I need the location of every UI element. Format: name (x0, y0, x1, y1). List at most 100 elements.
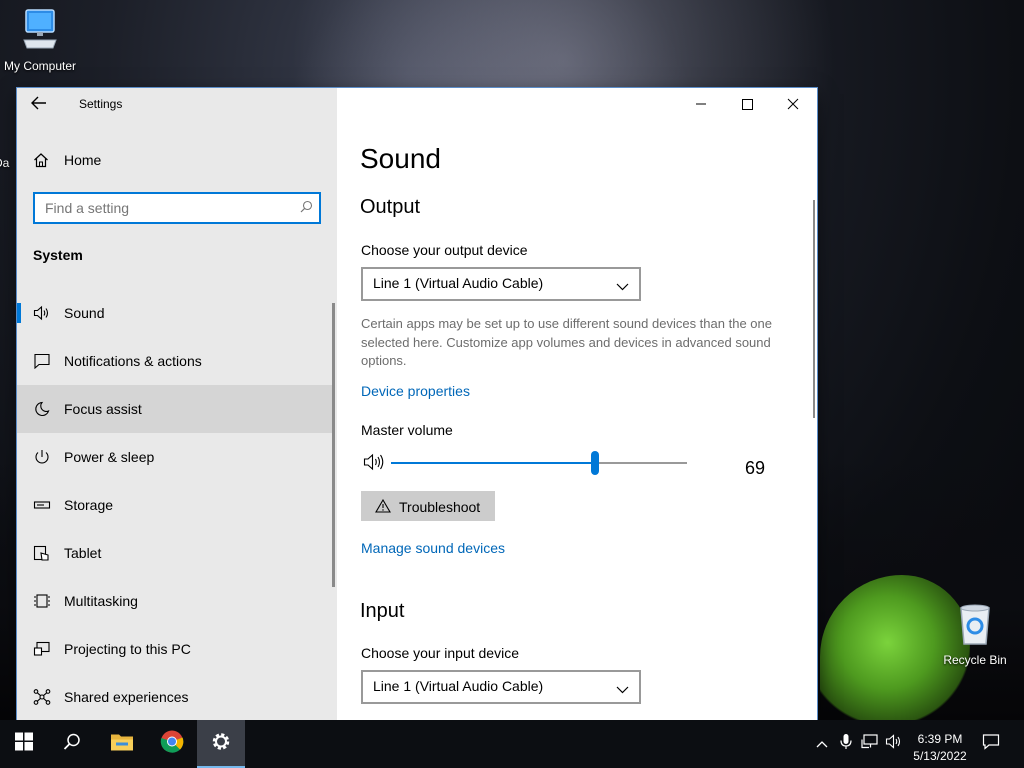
output-device-label: Choose your output device (361, 242, 528, 258)
home-label: Home (64, 152, 102, 168)
search-input[interactable] (43, 197, 287, 219)
start-button[interactable] (0, 720, 48, 768)
troubleshoot-label: Troubleshoot (399, 499, 481, 515)
manage-sound-devices-link[interactable]: Manage sound devices (361, 540, 505, 556)
taskbar-settings[interactable] (197, 720, 245, 768)
content-scrollbar[interactable] (813, 200, 815, 418)
projecting-icon (33, 641, 51, 657)
output-heading: Output (360, 196, 421, 218)
title-bar-left: Settings (17, 88, 337, 120)
chevron-down-icon (616, 278, 629, 296)
selection-indicator (17, 303, 21, 323)
desktop-icon-label: My Computer (3, 59, 77, 73)
nav-item-storage[interactable]: Storage (17, 481, 335, 529)
nav-item-notifications[interactable]: Notifications & actions (17, 337, 335, 385)
slider-thumb[interactable] (591, 451, 600, 475)
device-properties-link[interactable]: Device properties (361, 383, 470, 399)
nav-item-label: Projecting to this PC (64, 641, 191, 657)
maximize-button[interactable] (724, 88, 770, 120)
shared-icon (33, 689, 51, 705)
speaker-icon (33, 305, 51, 321)
nav-item-label: Power & sleep (64, 449, 155, 465)
section-heading: System (33, 247, 83, 263)
gear-icon (210, 731, 232, 758)
output-device-value: Line 1 (Virtual Audio Cable) (373, 275, 544, 291)
settings-nav-list: Sound Notifications & actions Focus assi… (17, 289, 337, 720)
tray-microphone[interactable] (834, 720, 858, 768)
master-volume-slider[interactable] (391, 451, 687, 475)
settings-sidebar: Settings Home System (17, 88, 337, 720)
windows-logo-icon (15, 732, 33, 756)
search-icon (63, 733, 81, 756)
chrome-icon (160, 730, 184, 759)
tray-network[interactable] (858, 720, 882, 768)
settings-window: Settings Home System (17, 88, 817, 720)
output-device-dropdown[interactable]: Line 1 (Virtual Audio Cable) (361, 267, 641, 301)
clock-time: 6:39 PM (917, 732, 963, 746)
minimize-button[interactable] (678, 88, 724, 120)
recycle-bin-icon (940, 602, 1010, 649)
nav-item-label: Multitasking (64, 593, 138, 609)
computer-icon (2, 8, 78, 55)
moon-icon (33, 401, 51, 417)
page-title: Sound (360, 143, 441, 174)
input-device-label: Choose your input device (361, 645, 519, 661)
back-arrow-icon (31, 96, 46, 110)
nav-item-tablet[interactable]: Tablet (17, 529, 335, 577)
nav-item-label: Shared experiences (64, 689, 189, 705)
desktop-icon-my-computer[interactable]: My Computer (2, 8, 78, 73)
multitasking-icon (33, 593, 51, 609)
desktop-icon-label: Da (0, 156, 10, 170)
input-device-value: Line 1 (Virtual Audio Cable) (373, 678, 544, 694)
close-button[interactable] (770, 88, 816, 120)
master-volume-label: Master volume (361, 422, 453, 438)
maximize-icon (742, 99, 753, 110)
network-icon (861, 734, 879, 755)
search-icon[interactable] (300, 200, 313, 218)
nav-item-sound[interactable]: Sound (17, 289, 335, 337)
desktop-icon-recycle-bin[interactable]: Recycle Bin (940, 602, 1010, 667)
tablet-icon (33, 545, 51, 561)
microphone-icon (840, 734, 852, 755)
slider-fill (391, 462, 596, 464)
power-icon (33, 449, 51, 465)
chevron-down-icon (616, 681, 629, 699)
input-device-dropdown[interactable]: Line 1 (Virtual Audio Cable) (361, 670, 641, 704)
sidebar-scrollbar[interactable] (332, 303, 335, 587)
nav-item-label: Sound (64, 305, 105, 321)
app-title: Settings (79, 97, 123, 111)
taskbar-chrome[interactable] (148, 720, 196, 768)
taskbar-file-explorer[interactable] (98, 720, 146, 768)
taskbar-clock[interactable]: 6:39 PM 5/13/2022 (907, 731, 973, 765)
output-description: Certain apps may be set up to use differ… (361, 316, 772, 368)
action-center-icon (982, 734, 1000, 755)
nav-item-multitasking[interactable]: Multitasking (17, 577, 335, 625)
taskbar-search-button[interactable] (48, 720, 96, 768)
minimize-icon (696, 103, 706, 105)
chevron-up-icon (816, 735, 828, 753)
clock-date: 5/13/2022 (913, 749, 967, 763)
action-center-button[interactable] (979, 720, 1003, 768)
close-icon (787, 98, 799, 110)
window-caption-buttons (677, 88, 817, 120)
tray-volume[interactable] (882, 720, 906, 768)
settings-search-box[interactable] (33, 192, 321, 224)
nav-item-power-sleep[interactable]: Power & sleep (17, 433, 335, 481)
nav-item-focus-assist[interactable]: Focus assist (17, 385, 335, 433)
input-heading: Input (360, 600, 405, 622)
nav-item-shared-experiences[interactable]: Shared experiences (17, 673, 335, 720)
nav-item-label: Tablet (64, 545, 102, 561)
folder-icon (110, 732, 134, 757)
back-button[interactable] (31, 96, 51, 112)
volume-icon[interactable] (363, 453, 385, 476)
show-hidden-icons-button[interactable] (810, 720, 834, 768)
warning-icon (375, 498, 391, 518)
nav-item-projecting[interactable]: Projecting to this PC (17, 625, 335, 673)
desktop-icon-label: Recycle Bin (943, 653, 1007, 667)
home-icon (33, 152, 49, 173)
nav-item-label: Focus assist (64, 401, 142, 417)
troubleshoot-button[interactable]: Troubleshoot (361, 491, 495, 521)
home-nav-item[interactable]: Home (17, 146, 337, 176)
nav-item-label: Storage (64, 497, 114, 513)
storage-icon (33, 497, 51, 513)
